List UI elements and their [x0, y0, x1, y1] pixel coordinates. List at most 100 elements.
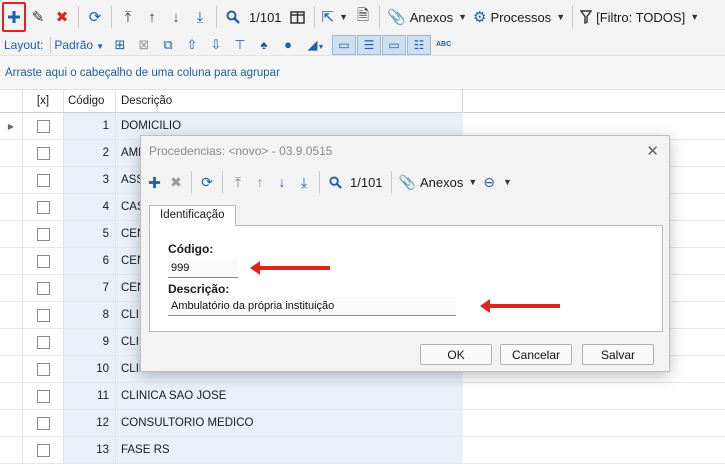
row-checkbox[interactable] [36, 281, 50, 295]
anexos-menu[interactable]: 📎 Anexos ▼ [384, 4, 470, 30]
row-checkbox[interactable] [36, 389, 50, 403]
select-all-header[interactable]: [x] [22, 90, 63, 112]
export-button[interactable]: ⇱ ▼ [319, 4, 352, 30]
row-checkbox-cell[interactable] [22, 113, 63, 139]
row-checkbox-cell[interactable] [22, 437, 63, 463]
layout-save-button[interactable]: ⧉ [156, 37, 180, 53]
row-checkbox-cell[interactable] [22, 221, 63, 247]
row-checkbox-cell[interactable] [22, 140, 63, 166]
row-checkbox-cell[interactable] [22, 329, 63, 355]
paint-button[interactable]: ♠ [252, 37, 276, 52]
dialog-prev-button[interactable]: ↑ [249, 169, 271, 195]
filter-menu[interactable]: [Filtro: TODOS] ▼ [577, 4, 702, 30]
row-checkbox-cell[interactable] [22, 248, 63, 274]
close-button[interactable]: ✕ [646, 142, 659, 160]
group-by-panel[interactable]: Arraste aqui o cabeçalho de uma coluna p… [0, 56, 725, 90]
chevron-down-icon: ▼ [458, 12, 468, 22]
toolbar-divider [222, 171, 223, 193]
delete-button[interactable]: ✖ [50, 4, 74, 30]
row-checkbox[interactable] [36, 146, 50, 160]
dialog-delete-button[interactable]: ✖ [165, 169, 187, 195]
table-row[interactable]: 11 CLINICA SAO JOSE [0, 383, 725, 410]
first-record-button[interactable]: ⤒ [116, 4, 140, 30]
search-button[interactable] [221, 4, 245, 30]
remove-box-icon: ⊠ [138, 36, 150, 52]
codigo-field[interactable] [168, 259, 238, 278]
row-checkbox-cell[interactable] [22, 356, 63, 382]
row-checkbox-cell[interactable] [22, 167, 63, 193]
dialog-add-button[interactable] [143, 169, 165, 195]
dialog-last-button[interactable]: ⤓ [293, 169, 315, 195]
view-toggle-3[interactable]: ▭ [382, 34, 406, 55]
dialog-next-button[interactable]: ↓ [271, 169, 293, 195]
row-checkbox[interactable] [36, 362, 50, 376]
options-circle-icon: ⊖ [483, 173, 496, 190]
toolbar-divider [319, 171, 320, 193]
tab-identificacao[interactable]: Identificação [149, 205, 236, 226]
row-checkbox-cell[interactable] [22, 383, 63, 409]
row-checkbox[interactable] [36, 119, 50, 133]
ok-button[interactable]: OK [420, 344, 492, 365]
row-checkbox[interactable] [36, 443, 50, 457]
descricao-field[interactable] [168, 297, 456, 316]
row-checkbox-cell[interactable] [22, 194, 63, 220]
chart-button[interactable]: ◢▼ [300, 37, 332, 53]
table-row[interactable]: 12 CONSULTORIO MEDICO [0, 410, 725, 437]
dialog-anexos-menu[interactable]: 📎 Anexos ▼ [396, 169, 481, 195]
refresh-button[interactable]: ⟳ [83, 4, 107, 30]
dialog-search-button[interactable] [324, 169, 346, 195]
dialog-title: Procedencias: <novo> - 03.9.0515 [149, 144, 333, 158]
toolbar-divider [379, 6, 381, 28]
toolbar-divider [216, 6, 217, 28]
search-icon [328, 175, 342, 189]
row-checkbox[interactable] [36, 416, 50, 430]
cancel-button[interactable]: Cancelar [500, 344, 572, 365]
layout-toolbar: Layout: Padrão ▼ ⊞ ⊠ ⧉ ⇧ ⇩ ⊤ ♠ ● ◢▼ ▭ ☰ ▭… [0, 34, 725, 56]
panel-top-icon: ▭ [388, 37, 400, 52]
view-toggle-1[interactable]: ▭ [332, 34, 356, 55]
spellcheck-button[interactable]: ABC [436, 41, 451, 48]
color-button[interactable]: ● [276, 37, 300, 52]
code-column-header[interactable]: Código [63, 90, 115, 112]
report-button[interactable]: 🗎 [351, 4, 375, 30]
last-record-button[interactable]: ⤓ [188, 4, 212, 30]
code-cell: 9 [63, 329, 115, 355]
save-button[interactable]: Salvar [582, 344, 654, 365]
remove-layout-button[interactable]: ⊠ [132, 37, 156, 53]
view-toggle-4[interactable]: ☷ [407, 34, 431, 55]
add-button[interactable] [2, 2, 26, 32]
dialog-options-menu[interactable]: ⊖ ▼ [480, 169, 515, 195]
row-checkbox[interactable] [36, 308, 50, 322]
edit-button[interactable]: ✎ [26, 4, 50, 30]
arrow-up-icon: ↑ [148, 8, 156, 26]
code-cell: 3 [63, 167, 115, 193]
layout-upload-button[interactable]: ⇧ [180, 37, 204, 53]
row-checkbox[interactable] [36, 173, 50, 187]
prev-record-button[interactable]: ↑ [140, 4, 164, 30]
description-column-header[interactable]: Descrição [115, 90, 463, 112]
row-checkbox[interactable] [36, 200, 50, 214]
pin-button[interactable]: ⊤ [228, 37, 252, 53]
row-checkbox-cell[interactable] [22, 275, 63, 301]
layout-download-button[interactable]: ⇩ [204, 37, 228, 53]
row-checkbox[interactable] [36, 254, 50, 268]
row-checkbox[interactable] [36, 227, 50, 241]
dialog-refresh-button[interactable]: ⟳ [196, 169, 218, 195]
add-layout-button[interactable]: ⊞ [108, 37, 132, 53]
row-indicator: ▶ [0, 113, 22, 139]
next-record-button[interactable]: ↓ [164, 4, 188, 30]
row-checkbox[interactable] [36, 335, 50, 349]
view-toggle-2[interactable]: ☰ [357, 34, 381, 55]
row-checkbox-cell[interactable] [22, 410, 63, 436]
table-row[interactable]: 13 FASE RS [0, 437, 725, 464]
panel-split-icon: ☰ [363, 37, 375, 52]
columns-icon [290, 10, 305, 24]
row-checkbox-cell[interactable] [22, 302, 63, 328]
columns-view-button[interactable] [286, 4, 310, 30]
toolbar-divider [78, 6, 79, 28]
pencil-icon: ✎ [31, 9, 45, 26]
dialog-first-button[interactable]: ⤒ [227, 169, 249, 195]
layout-select[interactable]: Padrão ▼ [54, 38, 104, 52]
add-box-icon: ⊞ [114, 36, 126, 52]
processos-menu[interactable]: ⚙ Processos ▼ [470, 4, 568, 30]
